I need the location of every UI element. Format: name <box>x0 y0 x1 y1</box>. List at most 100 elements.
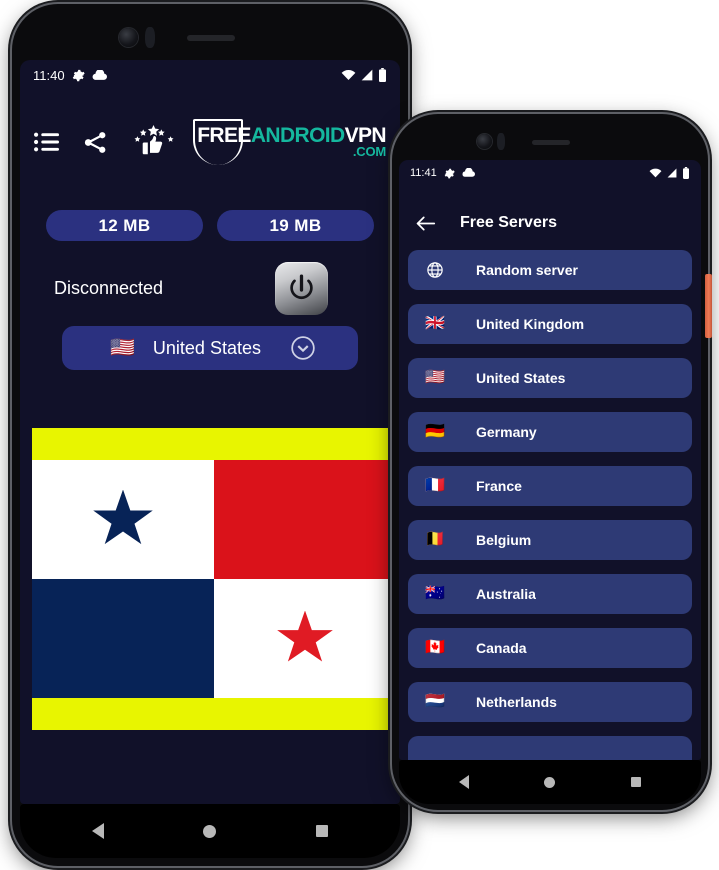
server-name: Australia <box>476 586 536 602</box>
data-usage-badges: 12 MB 19 MB <box>20 210 400 241</box>
power-side-button[interactable] <box>705 274 712 338</box>
cloud-icon <box>92 69 107 81</box>
download-badge: 12 MB <box>46 210 203 241</box>
power-button[interactable] <box>275 261 328 315</box>
share-icon[interactable] <box>83 130 108 155</box>
phone2-navigation-bar <box>399 760 701 804</box>
gear-icon <box>72 69 85 82</box>
status-time: 11:41 <box>410 167 437 179</box>
belgium-flag-icon: 🇧🇪 <box>425 531 445 548</box>
logo-android: ANDROID <box>250 124 345 148</box>
list-item[interactable]: 🇺🇸 United States <box>408 358 692 398</box>
canada-flag-icon: 🇨🇦 <box>425 639 445 656</box>
phone-device-secondary: 11:41 Free Servers Random server 🇬🇧 Unit… <box>392 114 712 810</box>
germany-flag-icon: 🇩🇪 <box>425 423 445 440</box>
red-star-icon <box>277 610 333 662</box>
logo-free: FREE <box>197 124 251 148</box>
nav-back-button[interactable] <box>91 823 104 839</box>
phone1-status-bar: 11:40 <box>20 60 400 90</box>
flag-quadrant-bottom-left <box>32 579 214 698</box>
list-item[interactable]: 🇧🇪 Belgium <box>408 520 692 560</box>
list-item[interactable]: 🇨🇦 Canada <box>408 628 692 668</box>
page-title: Free Servers <box>460 214 557 231</box>
flag-quadrant-bottom-right <box>214 579 396 698</box>
list-icon[interactable] <box>34 131 59 153</box>
server-name: Netherlands <box>476 694 557 710</box>
wifi-icon <box>341 69 356 81</box>
flag-quadrant-top-left <box>32 460 214 579</box>
chevron-down-icon[interactable] <box>290 335 316 361</box>
blue-star-icon <box>93 489 153 545</box>
status-badge: Disconnected <box>54 277 164 298</box>
signal-icon <box>666 168 678 178</box>
status-bar-right <box>649 167 690 179</box>
battery-icon <box>378 68 387 82</box>
us-flag-icon: 🇺🇸 <box>425 369 445 386</box>
phone1-navigation-bar <box>20 804 400 858</box>
arrow-left-icon[interactable] <box>415 215 436 232</box>
status-time: 11:40 <box>33 67 65 83</box>
app-logo: FREEANDROIDVPN .COM <box>193 119 387 165</box>
us-flag-icon: 🇺🇸 <box>110 337 135 359</box>
selected-server-label: United States <box>152 337 261 358</box>
signal-icon <box>360 69 374 81</box>
proximity-sensor-icon <box>145 27 155 48</box>
battery-icon <box>682 167 690 179</box>
globe-icon <box>422 261 448 279</box>
front-camera-icon <box>119 28 138 47</box>
earpiece-speaker-icon <box>187 35 235 41</box>
server-name: United States <box>476 370 566 386</box>
banner-top-bar <box>32 428 396 460</box>
proximity-sensor-icon <box>497 133 505 150</box>
connection-status-row: Disconnected <box>20 256 400 320</box>
power-icon <box>290 273 313 299</box>
panama-flag-banner <box>32 428 396 730</box>
netherlands-flag-icon: 🇳🇱 <box>425 693 445 710</box>
server-select-dropdown[interactable]: 🇺🇸 United States <box>62 326 358 370</box>
server-name: Random server <box>476 262 578 278</box>
wifi-icon <box>649 168 662 178</box>
phone-device-primary: 11:40 FREEANDROIDVPN .COM 12 MB 19 MB Di… <box>12 4 408 866</box>
nav-home-button[interactable] <box>544 776 556 788</box>
server-name: Germany <box>476 424 537 440</box>
server-name: France <box>476 478 522 494</box>
upload-badge: 19 MB <box>217 210 374 241</box>
phone1-screen: 11:40 FREEANDROIDVPN .COM 12 MB 19 MB Di… <box>20 60 400 804</box>
list-item[interactable]: 🇦🇺 Australia <box>408 574 692 614</box>
server-list: Random server 🇬🇧 United Kingdom 🇺🇸 Unite… <box>399 250 701 760</box>
list-item[interactable]: 🇳🇱 Netherlands <box>408 682 692 722</box>
cloud-icon <box>462 168 475 178</box>
status-bar-left: 11:41 <box>410 167 475 179</box>
rate-icon[interactable] <box>132 125 176 159</box>
phone2-screen: 11:41 Free Servers Random server 🇬🇧 Unit… <box>399 160 701 760</box>
nav-recents-button[interactable] <box>316 825 329 837</box>
list-item[interactable]: 🇩🇪 Germany <box>408 412 692 452</box>
phone2-status-bar: 11:41 <box>399 160 701 186</box>
gear-icon <box>444 168 455 179</box>
nav-recents-button[interactable] <box>631 777 642 787</box>
status-bar-left: 11:40 <box>33 68 107 83</box>
list-item[interactable]: Random server <box>408 250 692 290</box>
front-camera-icon <box>477 134 492 149</box>
server-name: United Kingdom <box>476 316 585 332</box>
screenshot-stage: 11:40 FREEANDROIDVPN .COM 12 MB 19 MB Di… <box>0 0 719 870</box>
flag-quadrant-top-right <box>214 460 396 579</box>
uk-flag-icon: 🇬🇧 <box>425 315 445 332</box>
server-name: Belgium <box>476 532 532 548</box>
phone1-toolbar: FREEANDROIDVPN .COM <box>20 112 400 172</box>
australia-flag-icon: 🇦🇺 <box>425 585 445 602</box>
panama-flag-icon <box>32 460 396 698</box>
list-item[interactable]: 🇬🇧 United Kingdom <box>408 304 692 344</box>
nav-home-button[interactable] <box>203 824 217 838</box>
france-flag-icon: 🇫🇷 <box>425 477 445 494</box>
list-item-partial[interactable] <box>408 736 692 760</box>
server-name: Canada <box>476 640 527 656</box>
phone2-app-bar: Free Servers <box>399 200 701 246</box>
banner-bottom-bar <box>32 698 396 730</box>
logo-text: FREEANDROIDVPN .COM <box>197 124 386 159</box>
list-item[interactable]: 🇫🇷 France <box>408 466 692 506</box>
toolbar-icon-group <box>34 125 176 159</box>
logo-dotcom: .COM <box>352 143 386 159</box>
status-bar-right <box>341 68 387 82</box>
nav-back-button[interactable] <box>458 775 469 789</box>
